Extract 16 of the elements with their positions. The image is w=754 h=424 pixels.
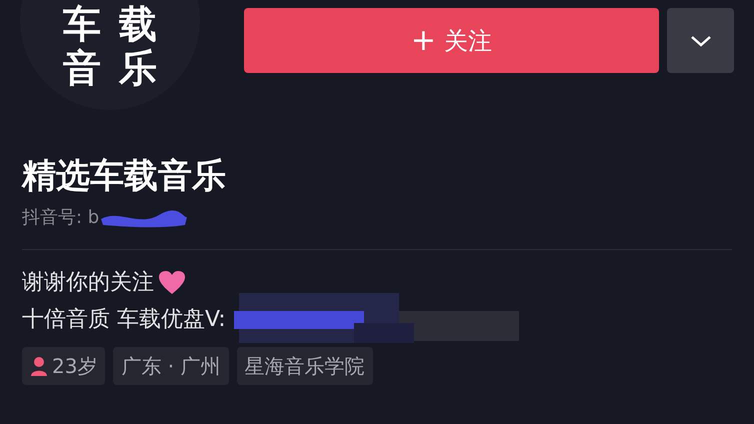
follow-button[interactable]: + 关注 [244,8,659,73]
profile-name: 精选车载音乐 [22,155,227,198]
bio-text: 谢谢你的关注 [22,269,154,297]
avatar-text: 音乐 [62,46,175,90]
heart-icon [158,270,186,296]
bio-text: 十倍音质 车载优盘V: [22,306,226,334]
avatar[interactable]: 车载 音乐 [20,0,200,110]
tag-text: 广东 · 广州 [121,353,221,380]
tag-text: 23岁 [52,353,98,380]
chevron-down-icon [690,34,712,46]
female-icon [30,356,48,376]
dropdown-button[interactable] [667,8,734,73]
tag-text: 星海音乐学院 [244,353,365,380]
avatar-text: 车载 [62,2,175,46]
plus-icon: + [410,18,436,63]
account-id: 抖音号: b [22,206,100,230]
